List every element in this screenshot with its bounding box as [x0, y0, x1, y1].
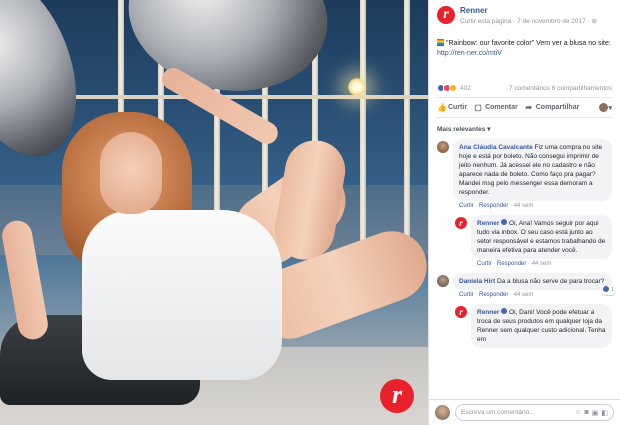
- sticker-icon[interactable]: ◧: [601, 409, 608, 417]
- emoji-icon[interactable]: ☺: [574, 409, 581, 416]
- comment-bubble: Renner Oi, Dani! Você pode efetuar a tro…: [471, 304, 612, 348]
- comment-actions: Curtir · Responder · 44 sem: [459, 292, 534, 298]
- chevron-down-icon: ▾: [608, 104, 612, 112]
- comment-input[interactable]: Escreva um comentário... ☺ ◙ ▣ ◧: [455, 404, 614, 421]
- globe-icon: ⊕: [591, 18, 597, 25]
- comment-reply-link[interactable]: Responder: [479, 203, 508, 209]
- verified-badge-icon: [501, 219, 508, 225]
- share-button[interactable]: ➦ Compartilhar: [525, 102, 579, 112]
- wow-reaction-icon: [449, 84, 457, 92]
- comment-like-count[interactable]: 1: [601, 286, 616, 295]
- silver-balloon: [116, 0, 340, 107]
- comment-reply: r Renner Oi, Dani! Você pode efetuar a t…: [447, 304, 620, 348]
- post-caption: "Rainbow: our favorite color" Vem ver a …: [437, 39, 611, 57]
- comment-author[interactable]: Renner: [477, 220, 499, 227]
- reaction-count[interactable]: 402: [460, 85, 471, 92]
- renner-logo-watermark: r: [380, 379, 414, 413]
- comment-author[interactable]: Daniela Hirt: [459, 278, 495, 285]
- gif-icon[interactable]: ▣: [592, 409, 599, 417]
- comment-time[interactable]: 44 sem: [514, 203, 534, 209]
- reaction-stats: 402 7 comentários 6 compartilhamentos: [429, 59, 620, 92]
- photo-model-dress: [82, 210, 282, 380]
- avatar: [435, 405, 450, 420]
- thumbs-up-icon: [603, 286, 610, 292]
- comment-like-link[interactable]: Curtir: [459, 203, 474, 209]
- string-light: [348, 78, 366, 96]
- comment-author[interactable]: Renner: [477, 309, 499, 316]
- comment-composer: Escreva um comentário... ☺ ◙ ▣ ◧: [429, 399, 620, 425]
- identity-selector[interactable]: ▾: [599, 103, 612, 112]
- comment-reply-link[interactable]: Responder: [479, 292, 508, 298]
- page-avatar[interactable]: r: [455, 306, 467, 318]
- comment-actions: Curtir · Responder · 44 sem: [477, 261, 552, 267]
- like-button[interactable]: 👍 Curtir: [437, 102, 467, 112]
- comment-share-counts[interactable]: 7 comentários 6 compartilhamentos: [509, 85, 612, 92]
- share-icon: ➦: [525, 102, 533, 112]
- comment-sort-dropdown[interactable]: Mais relevantes ▾: [429, 118, 620, 133]
- post-action-bar: 👍 Curtir ▢ Comentar ➦ Compartilhar ▾: [437, 97, 612, 118]
- comment-bubble: Renner Oi, Ana! Vamos seguir por aqui tu…: [471, 215, 612, 259]
- comment-author[interactable]: Ana Cláudia Cavalcante: [459, 144, 533, 151]
- page-avatar[interactable]: r: [455, 217, 467, 229]
- photo-model-face: [100, 132, 162, 214]
- comment-bubble: Daniela Hirt Da a blusa não serve de par…: [453, 273, 616, 295]
- comment-bubble: Ana Cláudia Cavalcante Fiz uma compra no…: [453, 139, 612, 201]
- page-avatar[interactable]: r: [437, 6, 455, 24]
- comment-like-link[interactable]: Curtir: [477, 261, 492, 267]
- product-link[interactable]: http://ren-ner.co/mtiV: [437, 50, 502, 57]
- avatar[interactable]: [437, 275, 449, 287]
- comment-reply: r Renner Oi, Ana! Vamos seguir por aqui …: [447, 215, 620, 267]
- rainbow-emoji-icon: [437, 39, 444, 46]
- comment-button[interactable]: ▢ Comentar: [474, 102, 517, 112]
- post-meta: Curtir esta página · 7 de novembro de 20…: [460, 18, 597, 25]
- avatar[interactable]: [437, 141, 449, 153]
- thumbs-up-icon: 👍: [437, 102, 447, 112]
- comment-actions: Curtir · Responder · 44 sem: [459, 203, 534, 209]
- comment-like-link[interactable]: Curtir: [459, 292, 474, 298]
- comment-reply-link[interactable]: Responder: [497, 261, 526, 267]
- facebook-photo-viewer: r r Renner Curtir esta página · 7 de nov…: [0, 0, 620, 425]
- comment-time[interactable]: 44 sem: [532, 261, 552, 267]
- post-side-panel: r Renner Curtir esta página · 7 de novem…: [428, 0, 620, 425]
- comment: Ana Cláudia Cavalcante Fiz uma compra no…: [429, 139, 620, 209]
- comment-icon: ▢: [474, 102, 482, 112]
- comment-time[interactable]: 44 sem: [514, 292, 534, 298]
- comment: Daniela Hirt Da a blusa não serve de par…: [429, 273, 620, 298]
- post-photo[interactable]: r: [0, 0, 428, 425]
- page-name-link[interactable]: Renner: [460, 6, 612, 15]
- camera-icon[interactable]: ◙: [585, 409, 589, 416]
- post-header: r Renner Curtir esta página · 7 de novem…: [429, 0, 620, 25]
- verified-badge-icon: [501, 308, 508, 314]
